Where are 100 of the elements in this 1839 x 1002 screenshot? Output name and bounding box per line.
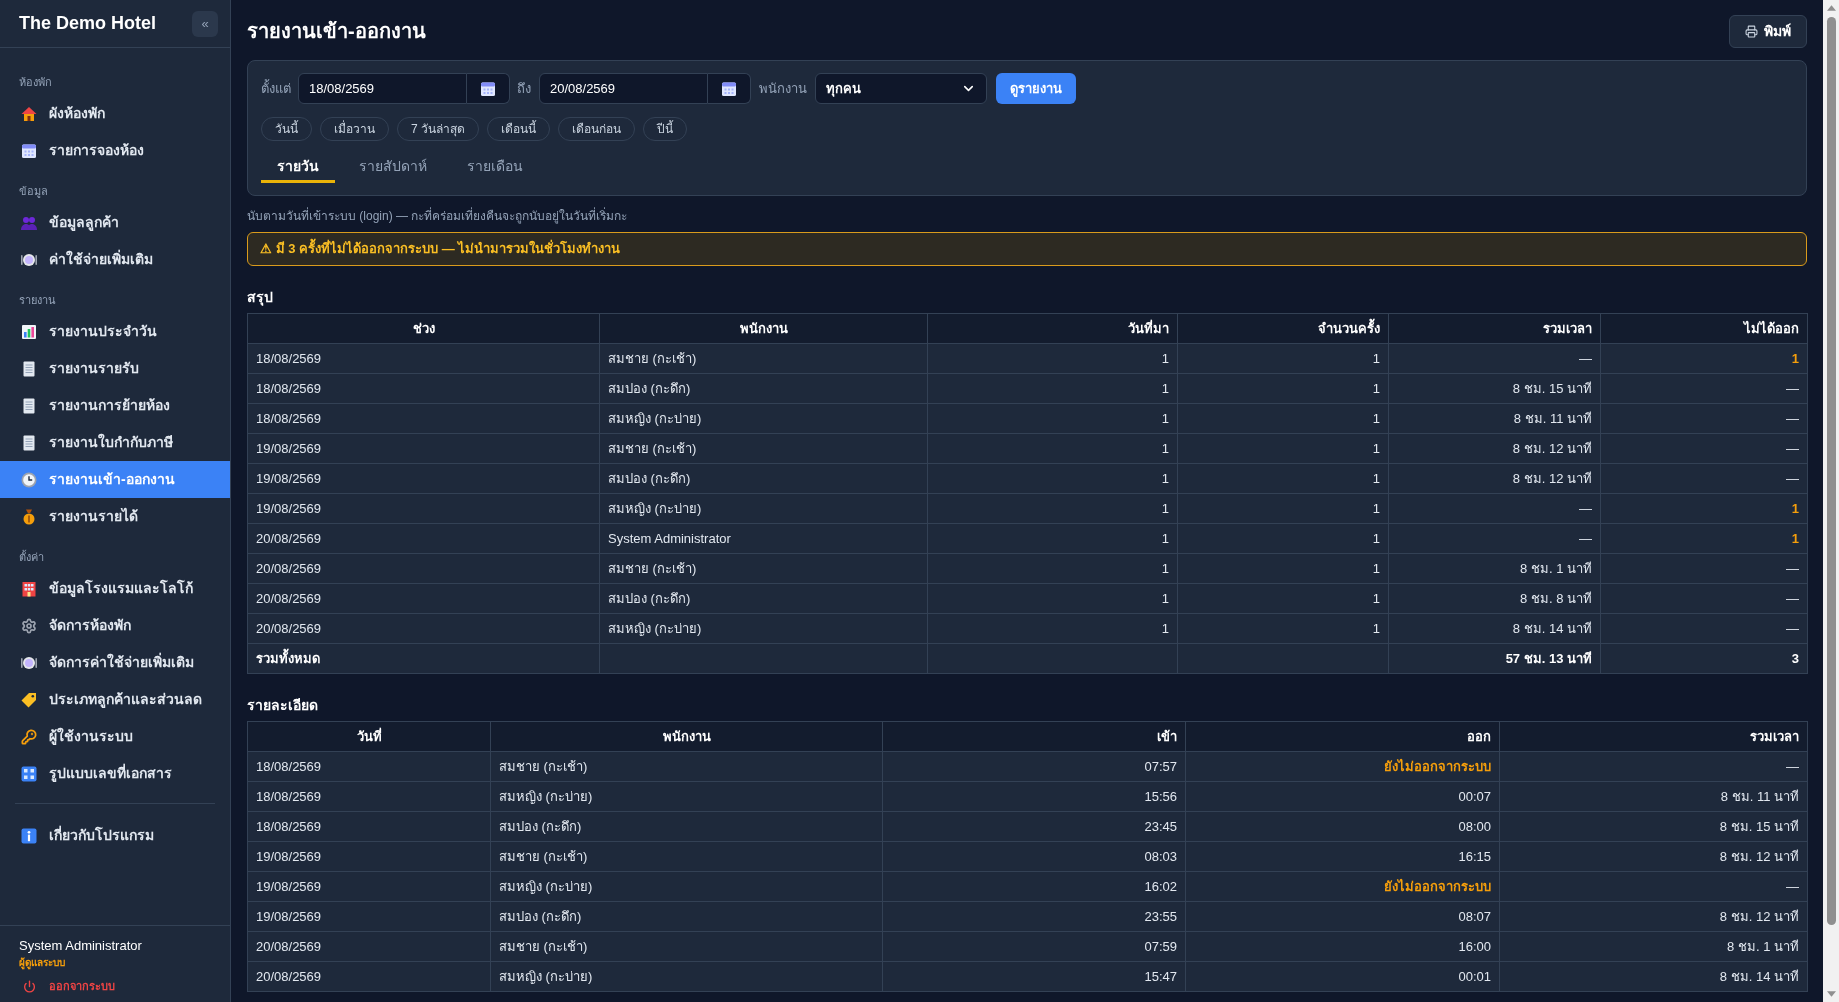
date-field[interactable]: 18/08/2569 bbox=[298, 73, 467, 104]
table-cell: 23:55 bbox=[882, 901, 1186, 932]
sidebar-item[interactable]: รายงานการย้ายห้อง bbox=[0, 387, 230, 424]
logout-button[interactable]: ออกจากระบบ bbox=[23, 978, 211, 994]
table-cell: 20/08/2569 bbox=[247, 523, 600, 554]
column-header: ออก bbox=[1185, 721, 1500, 752]
table-cell: 1 bbox=[927, 373, 1178, 404]
sidebar-item[interactable]: รายงานรายรับ bbox=[0, 350, 230, 387]
section-label: ตั้งค่า bbox=[18, 549, 45, 565]
table-cell: 18/08/2569 bbox=[247, 343, 600, 374]
table-cell: — bbox=[1600, 463, 1808, 494]
calendar-icon bbox=[721, 80, 737, 97]
sidebar-item[interactable]: รายงานรายได้ bbox=[0, 498, 230, 535]
table-cell: 1 bbox=[1177, 403, 1389, 434]
sidebar-item[interactable]: รายงานประจำวัน bbox=[0, 313, 230, 350]
view-report-button[interactable]: ดูรายงาน bbox=[996, 73, 1076, 104]
table-cell: สมหญิง (กะบ่าย) bbox=[599, 403, 928, 434]
table-cell: 20/08/2569 bbox=[247, 583, 600, 614]
section-heading: รายละเอียด bbox=[247, 696, 319, 714]
table-cell: 15:56 bbox=[882, 781, 1186, 812]
calendar-button[interactable] bbox=[467, 73, 510, 104]
table-cell: — bbox=[1499, 751, 1808, 782]
scroll-down-icon[interactable] bbox=[1826, 991, 1836, 997]
table-cell: 1 bbox=[927, 523, 1178, 554]
table-cell: 8 ชม. 8 นาที bbox=[1388, 583, 1601, 614]
view-tab[interactable]: รายวัน bbox=[261, 153, 335, 183]
note-text: นับตามวันที่เข้าระบบ (login) — กะที่คร่อมเที่ยงคืนจะถูกนับอยู่ในวันที่เริ่มกะ bbox=[247, 208, 629, 224]
table-cell: 1 bbox=[1177, 553, 1389, 584]
sidebar-item[interactable]: จัดการค่าใช้จ่ายเพิ่มเติม bbox=[0, 644, 230, 681]
sidebar-item[interactable]: ผังห้องพัก bbox=[0, 95, 230, 132]
calendar-icon bbox=[480, 80, 496, 97]
table-cell: 15:47 bbox=[882, 961, 1186, 992]
sidebar-item[interactable]: รายงานใบกำกับภาษี bbox=[0, 424, 230, 461]
table-cell: 16:00 bbox=[1185, 931, 1500, 962]
people-icon bbox=[21, 214, 37, 231]
sidebar-item[interactable]: จัดการห้องพัก bbox=[0, 607, 230, 644]
view-tab[interactable]: รายเดือน bbox=[451, 153, 539, 183]
warning-banner: ⚠ มี 3 ครั้งที่ไม่ได้ออกจากระบบ — ไม่นำมารวมในชั่วโมงทำงาน bbox=[247, 232, 1807, 266]
table-cell: สมปอง (กะดึก) bbox=[599, 463, 928, 494]
bar-chart-icon bbox=[21, 323, 37, 340]
plate-icon bbox=[21, 654, 37, 671]
sidebar-item[interactable]: ผู้ใช้งานระบบ bbox=[0, 718, 230, 755]
column-header: พนักงาน bbox=[599, 313, 928, 344]
table-cell: สมชาย (กะเช้า) bbox=[490, 841, 883, 872]
table-cell: 20/08/2569 bbox=[247, 961, 491, 992]
table-cell: สมหญิง (กะบ่าย) bbox=[599, 613, 928, 644]
table-cell: 1 bbox=[927, 613, 1178, 644]
table-cell: 00:07 bbox=[1185, 781, 1500, 812]
table-cell: 8 ชม. 12 นาที bbox=[1499, 841, 1808, 872]
table-cell: 1 bbox=[1177, 463, 1389, 494]
sidebar-item[interactable]: รูปแบบเลขที่เอกสาร bbox=[0, 755, 230, 792]
table-cell: 07:57 bbox=[882, 751, 1186, 782]
sidebar-item[interactable]: ค่าใช้จ่ายเพิ่มเติม bbox=[0, 241, 230, 278]
table-cell: 1 bbox=[1600, 523, 1808, 554]
table-cell: ยังไม่ออกจากระบบ bbox=[1185, 751, 1500, 782]
view-tab[interactable]: รายสัปดาห์ bbox=[343, 153, 443, 183]
table-cell: System Administrator bbox=[599, 523, 928, 554]
section-label: รายงาน bbox=[18, 293, 57, 308]
table-cell: สมหญิง (กะบ่าย) bbox=[490, 871, 883, 902]
settings-icon bbox=[21, 617, 37, 634]
table-cell: 1 bbox=[1177, 343, 1389, 374]
keypad-icon bbox=[21, 765, 37, 782]
sidebar-item[interactable]: รายงานเข้า-ออกงาน bbox=[0, 461, 230, 498]
user-role: ผู้ดูแลระบบ bbox=[19, 956, 66, 970]
table-cell: 3 bbox=[1600, 643, 1808, 674]
table-cell: 19/08/2569 bbox=[247, 901, 491, 932]
table-cell: — bbox=[1388, 523, 1601, 554]
table-cell: 20/08/2569 bbox=[247, 613, 600, 644]
table-cell: — bbox=[1388, 493, 1601, 524]
table-cell: — bbox=[1600, 433, 1808, 464]
calendar-button[interactable] bbox=[708, 73, 751, 104]
sidebar-item[interactable]: ข้อมูลลูกค้า bbox=[0, 204, 230, 241]
sidebar-item[interactable]: ข้อมูลโรงแรมและโลโก้ bbox=[0, 570, 230, 607]
table-cell: 18/08/2569 bbox=[247, 811, 491, 842]
calendar-icon bbox=[21, 142, 37, 159]
sidebar-item[interactable]: เกี่ยวกับโปรแกรม bbox=[0, 817, 230, 854]
scrollbar-thumb[interactable] bbox=[1826, 17, 1836, 925]
scrollbar[interactable] bbox=[1823, 0, 1839, 1002]
table-cell: 07:59 bbox=[882, 931, 1186, 962]
table-cell: 1 bbox=[927, 553, 1178, 584]
employee-select[interactable]: ทุกคน bbox=[815, 73, 987, 104]
table-cell: — bbox=[1600, 373, 1808, 404]
sidebar-item[interactable]: ประเภทลูกค้าและส่วนลด bbox=[0, 681, 230, 718]
brand-name: The Demo Hotel bbox=[19, 12, 156, 35]
table-cell: สมหญิง (กะบ่าย) bbox=[599, 493, 928, 524]
tag-icon bbox=[21, 691, 37, 708]
table-cell: 8 ชม. 14 นาที bbox=[1388, 613, 1601, 644]
table-cell: 57 ชม. 13 นาที bbox=[1388, 643, 1601, 674]
field-label: ถึง bbox=[517, 79, 531, 98]
table-cell: 8 ชม. 12 นาที bbox=[1499, 901, 1808, 932]
column-header: เข้า bbox=[882, 721, 1186, 752]
table-cell: 1 bbox=[1600, 493, 1808, 524]
table-cell: 8 ชม. 14 นาที bbox=[1499, 961, 1808, 992]
document-icon bbox=[21, 434, 37, 451]
date-field[interactable]: 20/08/2569 bbox=[539, 73, 708, 104]
section-label: ห้องพัก bbox=[18, 75, 53, 90]
collapse-button[interactable]: « bbox=[192, 10, 218, 37]
sidebar-item[interactable]: รายการจองห้อง bbox=[0, 132, 230, 169]
print-button[interactable]: พิมพ์ bbox=[1729, 14, 1807, 48]
scroll-up-icon[interactable] bbox=[1826, 5, 1836, 11]
